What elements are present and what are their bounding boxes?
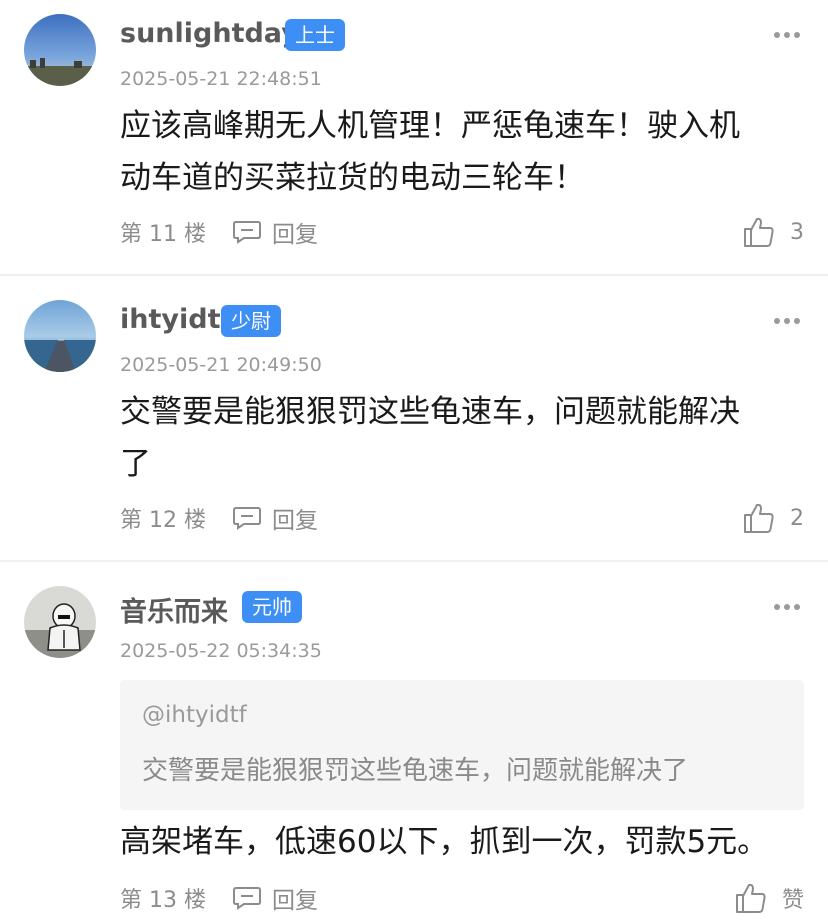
- like-label: 赞: [781, 888, 804, 913]
- comment-body: 高架堵车，低速60以下，抓到一次，罚款5元。: [120, 816, 790, 868]
- comment-floor-12: ihtyidtf 少尉 2025-05-21 20:49:50 交警要是能狠狠罚…: [0, 276, 828, 560]
- comment-footer: 第 13 楼 回复 赞: [120, 878, 804, 918]
- comment-bubble-icon: [233, 507, 261, 530]
- reply-label: 回复: [272, 508, 318, 534]
- rank-badge: 元帅: [242, 591, 302, 623]
- comment-body: 交警要是能狠狠罚这些龟速车，问题就能解决 了: [120, 386, 790, 490]
- more-dots-icon[interactable]: [774, 32, 800, 38]
- like-count: 2: [790, 505, 804, 531]
- reply-label: 回复: [272, 888, 318, 914]
- floor-number: 第 11 楼: [120, 222, 206, 247]
- avatar[interactable]: [24, 14, 96, 86]
- comment-floor-11: sunlightday 上士 2025-05-21 22:48:51 应该高峰期…: [0, 0, 828, 274]
- thumbs-up-icon: [744, 503, 774, 533]
- quote-text: 交警要是能狠狠罚这些龟速车，问题就能解决了: [142, 756, 689, 786]
- reply-label: 回复: [272, 222, 318, 248]
- rank-badge: 上士: [285, 19, 345, 51]
- more-dots-icon[interactable]: [774, 318, 800, 324]
- username[interactable]: sunlightday: [120, 18, 299, 49]
- username[interactable]: 音乐而来: [120, 590, 228, 629]
- timestamp: 2025-05-22 05:34:35: [120, 640, 322, 662]
- reply-button[interactable]: 回复: [232, 214, 318, 250]
- comment-body-line: 高架堵车，低速60以下，抓到一次，罚款5元。: [120, 824, 769, 860]
- like-button[interactable]: 2: [742, 498, 804, 538]
- avatar[interactable]: [24, 300, 96, 372]
- comment-footer: 第 11 楼 回复 3: [120, 212, 804, 252]
- like-button[interactable]: 赞: [734, 878, 804, 918]
- thumbs-up-icon: [744, 217, 774, 247]
- comment-body-line: 动车道的买菜拉货的电动三轮车！: [120, 160, 585, 196]
- comment-body-line: 应该高峰期无人机管理！严惩龟速车！驶入机: [120, 108, 740, 144]
- quote-username: @ihtyidtf: [142, 702, 247, 728]
- comment-body-line: 了: [120, 446, 151, 482]
- like-button[interactable]: 3: [742, 212, 804, 252]
- reply-button[interactable]: 回复: [232, 880, 318, 916]
- comment-body: 应该高峰期无人机管理！严惩龟速车！驶入机 动车道的买菜拉货的电动三轮车！: [120, 100, 790, 204]
- comment-floor-13: 音乐而来 元帅 2025-05-22 05:34:35 @ihtyidtf 交警…: [0, 562, 828, 922]
- username[interactable]: ihtyidtf: [120, 304, 232, 335]
- comment-bubble-icon: [233, 221, 261, 244]
- comment-footer: 第 12 楼 回复 2: [120, 498, 804, 538]
- floor-number: 第 13 楼: [120, 888, 206, 913]
- rank-badge: 少尉: [221, 305, 281, 337]
- quoted-comment[interactable]: @ihtyidtf 交警要是能狠狠罚这些龟速车，问题就能解决了: [120, 680, 804, 810]
- floor-number: 第 12 楼: [120, 508, 206, 533]
- comment-bubble-icon: [233, 887, 261, 910]
- timestamp: 2025-05-21 22:48:51: [120, 68, 322, 90]
- reply-button[interactable]: 回复: [232, 500, 318, 536]
- like-count: 3: [790, 219, 804, 245]
- more-dots-icon[interactable]: [774, 604, 800, 610]
- comment-body-line: 交警要是能狠狠罚这些龟速车，问题就能解决: [120, 394, 740, 430]
- avatar[interactable]: [24, 586, 96, 658]
- timestamp: 2025-05-21 20:49:50: [120, 354, 322, 376]
- thumbs-up-icon: [735, 883, 766, 913]
